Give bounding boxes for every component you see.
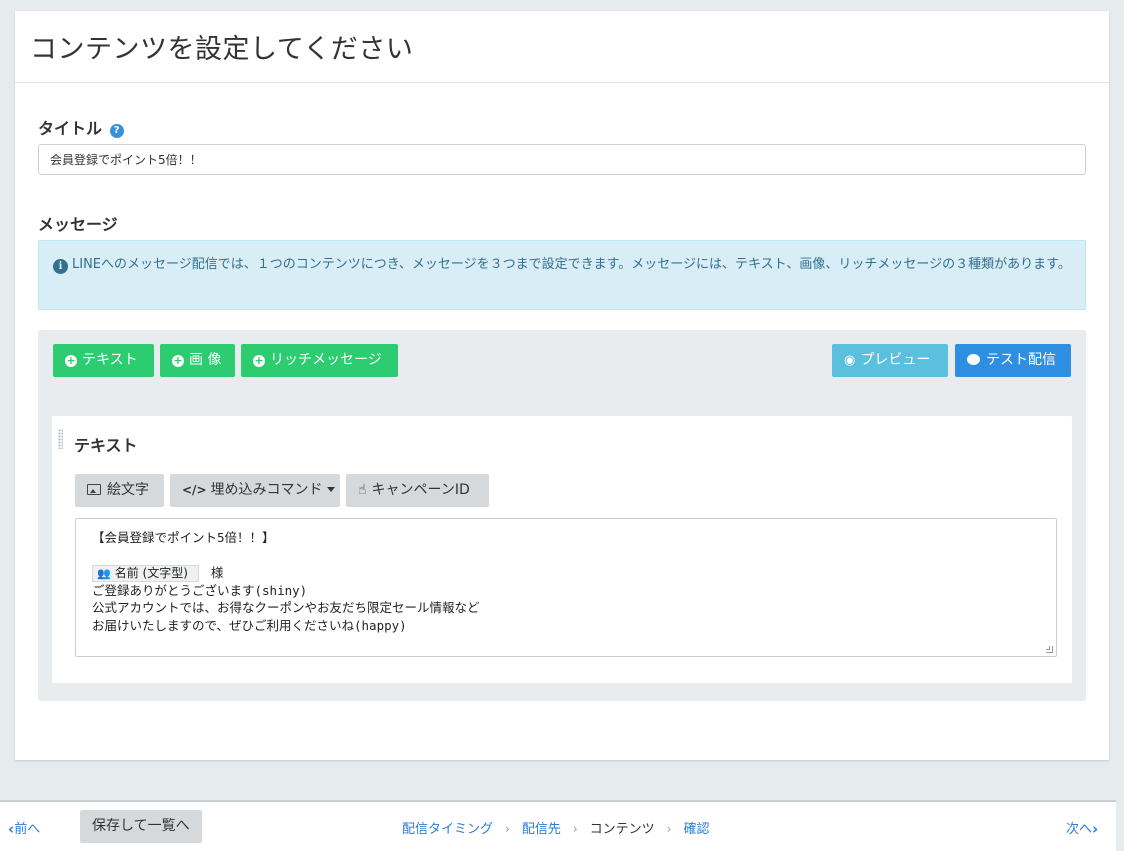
page-title: コンテンツを設定してください: [30, 34, 414, 65]
panel-header: コンテンツを設定してください: [15, 11, 1109, 83]
add-image-button[interactable]: + 画 像: [160, 344, 235, 377]
comment-icon: [967, 354, 980, 365]
add-rich-message-button[interactable]: + リッチメッセージ: [241, 344, 398, 377]
message-editor-area: + テキスト + 画 像 + リッチメッセージ ◉ プレビュー テスト配信 テキスト 絵…: [38, 330, 1086, 701]
emoji-label: 絵文字: [107, 482, 149, 498]
message-info-alert: i LINEへのメッセージ配信では、１つのコンテンツにつき、メッセージを３つまで設…: [38, 240, 1086, 310]
campaign-id-button[interactable]: ☝ キャンペーンID: [346, 474, 489, 507]
add-text-button[interactable]: + テキスト: [53, 344, 154, 377]
plus-circle-icon: +: [253, 354, 265, 367]
add-text-label: テキスト: [82, 352, 138, 368]
embed-label: 埋め込みコマンド: [210, 482, 323, 498]
name-embed-tag[interactable]: 👥 名前 (文字型): [92, 565, 199, 582]
name-tag-line: 👥 名前 (文字型) 様: [92, 564, 1040, 582]
info-icon: i: [53, 259, 68, 274]
title-label-text: タイトル: [38, 119, 103, 138]
next-link[interactable]: 次へ›: [1066, 818, 1098, 838]
test-send-label: テスト配信: [986, 352, 1056, 368]
step-timing[interactable]: 配信タイミング: [402, 822, 493, 837]
embed-command-dropdown[interactable]: </> 埋め込みコマンド: [170, 474, 340, 507]
text-line: 【会員登録でポイント5倍！！】: [92, 530, 275, 545]
test-send-button[interactable]: テスト配信: [955, 344, 1071, 377]
image-icon: [87, 484, 101, 495]
title-label: タイトル ?: [38, 115, 124, 139]
eye-icon: ◉: [844, 353, 856, 368]
code-icon: </>: [182, 483, 207, 497]
text-card-title: テキスト: [74, 436, 138, 455]
name-suffix: 様: [210, 565, 224, 580]
users-icon: 👥: [97, 567, 111, 580]
name-tag-label: 名前 (文字型): [114, 566, 188, 580]
emoji-button[interactable]: 絵文字: [75, 474, 164, 507]
footer-nav: ‹前へ 保存して一覧へ 配信タイミング › 配信先 › コンテンツ › 確認 次へ›: [0, 800, 1116, 851]
chevron-right-icon: ›: [666, 822, 672, 836]
preview-button[interactable]: ◉ プレビュー: [832, 344, 948, 377]
chevron-right-icon: ›: [572, 822, 578, 836]
title-input[interactable]: [38, 144, 1086, 175]
text-line: お届けいたしますので、ぜひご利用くださいね(happy): [92, 617, 407, 633]
help-icon[interactable]: ?: [109, 124, 124, 138]
message-label: メッセージ: [38, 215, 118, 234]
hand-pointer-icon: ☝: [358, 482, 367, 498]
text-message-card: テキスト 絵文字 </> 埋め込みコマンド ☝ キャンペーンID 【会員登録でポイン…: [52, 416, 1072, 683]
prev-label: 前へ: [14, 822, 41, 837]
campaign-label: キャンペーンID: [371, 482, 470, 498]
step-breadcrumb: 配信タイミング › 配信先 › コンテンツ › 確認: [402, 818, 710, 837]
text-line: ご登録ありがとうございます(shiny): [92, 582, 308, 598]
prev-link[interactable]: ‹前へ: [8, 818, 40, 838]
text-line: 公式アカウントでは、お得なクーポンやお友だち限定セール情報など: [92, 600, 480, 615]
preview-label: プレビュー: [860, 352, 931, 368]
info-text: LINEへのメッセージ配信では、１つのコンテンツにつき、メッセージを３つまで設定…: [72, 257, 1071, 272]
next-label: 次へ: [1066, 822, 1093, 837]
content-settings-panel: コンテンツを設定してください タイトル ? メッセージ i LINEへのメッセージ…: [15, 11, 1109, 760]
chevron-right-icon: ›: [1092, 820, 1099, 838]
add-rich-label: リッチメッセージ: [270, 352, 382, 368]
text-line: [92, 547, 1040, 565]
step-contents: コンテンツ: [589, 822, 655, 837]
chevron-right-icon: ›: [505, 822, 510, 836]
resize-handle-icon[interactable]: [1046, 646, 1053, 653]
add-image-label: 画 像: [189, 352, 222, 368]
drag-handle-icon[interactable]: [58, 429, 63, 449]
plus-circle-icon: +: [65, 354, 77, 367]
step-recipients[interactable]: 配信先: [522, 822, 561, 837]
step-confirm[interactable]: 確認: [683, 822, 709, 837]
save-and-list-button[interactable]: 保存して一覧へ: [80, 810, 202, 843]
plus-circle-icon: +: [172, 354, 184, 367]
message-textarea[interactable]: 【会員登録でポイント5倍！！】 👥 名前 (文字型) 様 ご登録ありがとうございます…: [75, 518, 1057, 657]
caret-down-icon: [326, 487, 335, 492]
